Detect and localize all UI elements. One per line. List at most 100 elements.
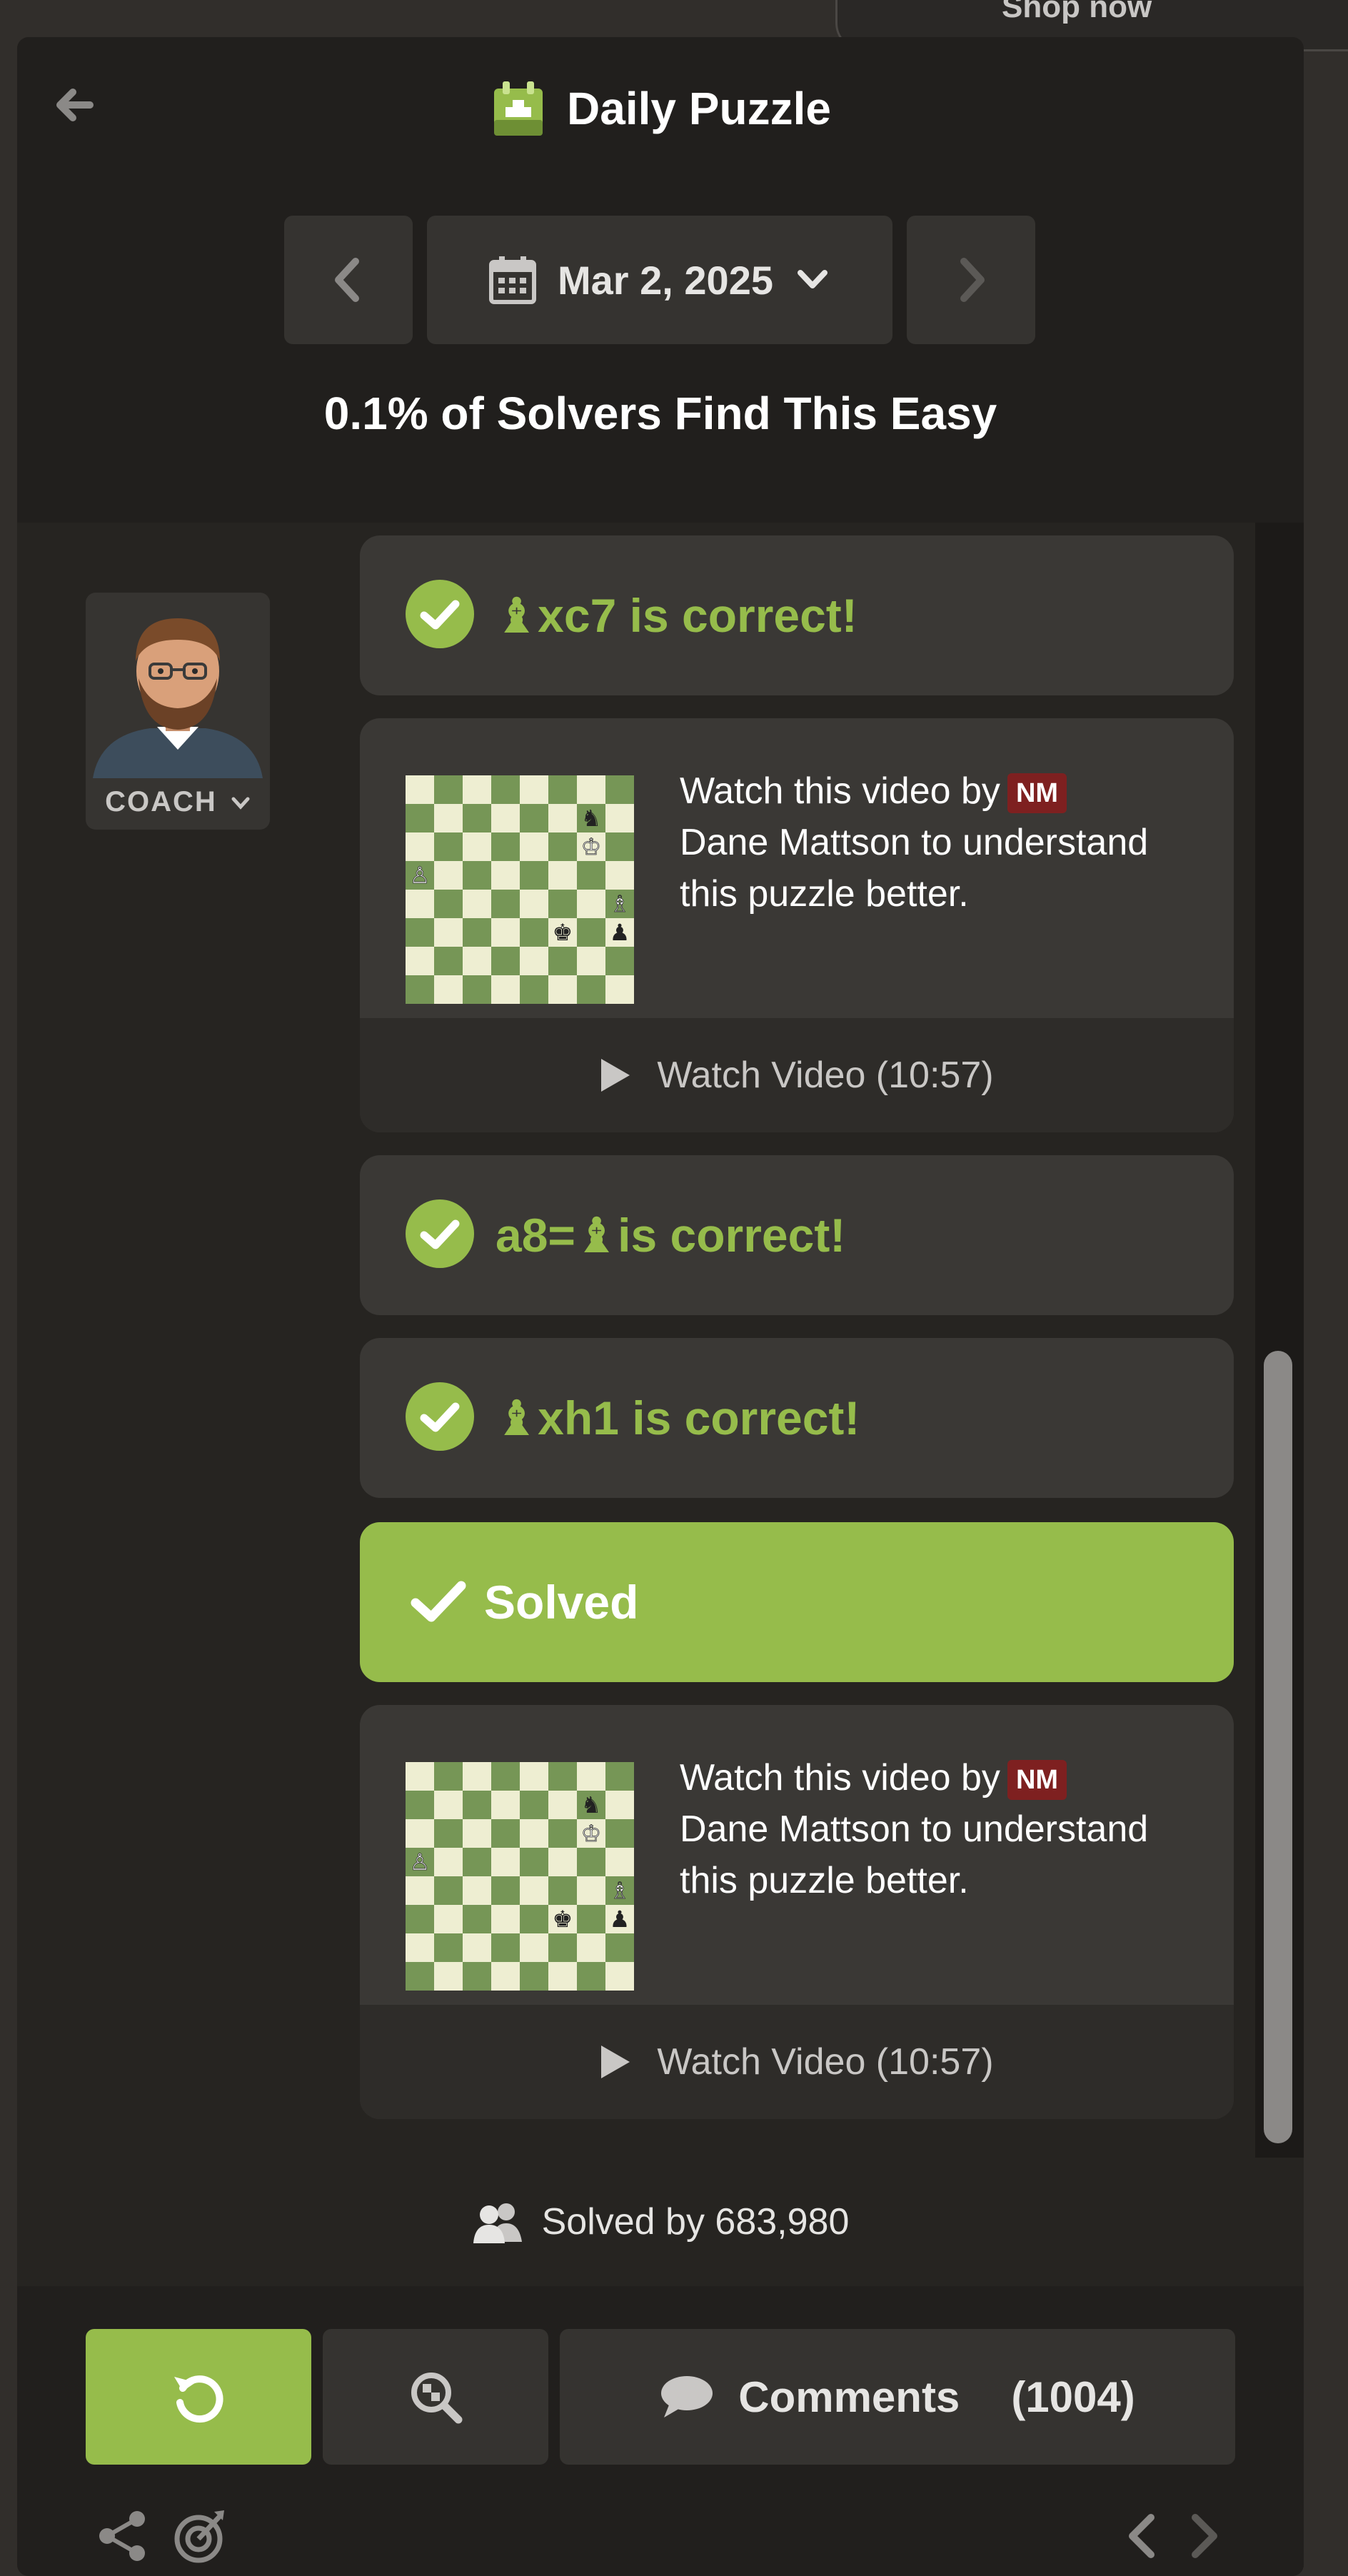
board-square — [491, 832, 520, 861]
board-square — [491, 804, 520, 832]
chess-piece: ♙ — [410, 1848, 431, 1876]
video-description: Watch this video by NM Dane Mattson to un… — [680, 1757, 1149, 1901]
shop-now-label: Shop now — [1002, 0, 1152, 24]
board-square — [548, 890, 577, 918]
play-icon — [601, 2046, 630, 2078]
board-square — [406, 1791, 434, 1819]
board-square — [434, 1876, 463, 1905]
date-navigation: Mar 2, 2025 — [17, 216, 1304, 344]
board-square — [577, 1876, 605, 1905]
board-square — [463, 1933, 491, 1962]
board-square — [406, 804, 434, 832]
board-square — [463, 1876, 491, 1905]
solved-label: Solved — [484, 1576, 639, 1629]
comments-button[interactable]: Comments (1004) — [560, 2329, 1235, 2465]
coach-selector[interactable]: COACH — [86, 593, 270, 830]
board-square — [463, 975, 491, 1004]
solved-by-text: Solved by 683,980 — [541, 2201, 850, 2243]
feed-scrollbar[interactable] — [1255, 523, 1304, 2158]
board-square — [434, 947, 463, 975]
board-square — [548, 1848, 577, 1876]
board-square — [406, 890, 434, 918]
board-square — [605, 975, 634, 1004]
board-square — [434, 1933, 463, 1962]
board-square — [548, 1962, 577, 1991]
board-square — [434, 1819, 463, 1848]
daily-puzzle-panel: Daily Puzzle Mar 2, 2025 0.1% of Solvers… — [17, 37, 1304, 2576]
board-square — [491, 1762, 520, 1791]
board-square — [520, 1762, 548, 1791]
board-square — [463, 1819, 491, 1848]
scrollbar-thumb[interactable] — [1264, 1351, 1292, 2143]
nm-title-badge: NM — [1007, 773, 1067, 814]
video-description: Watch this video by NM Dane Mattson to un… — [680, 770, 1149, 915]
board-square — [406, 1905, 434, 1933]
board-square — [491, 1848, 520, 1876]
next-puzzle-button[interactable] — [1174, 2507, 1231, 2565]
page-title: Daily Puzzle — [567, 83, 831, 134]
correct-move-card: ♝ xc7 is correct! — [360, 535, 1234, 695]
board-square — [406, 1962, 434, 1991]
board-square — [520, 890, 548, 918]
chess-piece: ♔ — [581, 1820, 602, 1847]
target-button[interactable] — [171, 2507, 228, 2565]
date-picker-button[interactable]: Mar 2, 2025 — [427, 216, 892, 344]
board-square — [491, 1876, 520, 1905]
correct-move-card: ♝ xh1 is correct! — [360, 1338, 1234, 1498]
board-square — [491, 975, 520, 1004]
board-square — [548, 1933, 577, 1962]
watch-video-button[interactable]: Watch Video (10:57) — [360, 2005, 1234, 2119]
previous-puzzle-button[interactable] — [1115, 2507, 1172, 2565]
board-square — [434, 890, 463, 918]
board-square — [605, 775, 634, 804]
board-square — [463, 1848, 491, 1876]
check-circle-icon — [406, 1382, 474, 1451]
retry-button[interactable] — [86, 2329, 311, 2465]
watch-video-button[interactable]: Watch Video (10:57) — [360, 1018, 1234, 1132]
solved-by-count: Solved by 683,980 — [17, 2158, 1304, 2286]
watch-video-label: Watch Video (10:57) — [657, 2041, 994, 2083]
board-square — [520, 975, 548, 1004]
board-square — [463, 1762, 491, 1791]
share-button[interactable] — [94, 2507, 151, 2565]
board-square — [605, 947, 634, 975]
correct-move-card: a8= ♝ is correct! — [360, 1155, 1234, 1315]
board-square — [577, 1905, 605, 1933]
board-square — [520, 1905, 548, 1933]
board-square — [548, 1876, 577, 1905]
board-square — [434, 861, 463, 890]
chevron-left-icon — [1129, 2514, 1155, 2558]
bishop-icon: ♝ — [496, 588, 538, 642]
current-date: Mar 2, 2025 — [558, 257, 773, 303]
puzzle-header: Daily Puzzle Mar 2, 2025 0.1% of Solvers… — [17, 37, 1304, 523]
bishop-icon: ♝ — [575, 1208, 618, 1262]
video-card: ♞ ♔ ♙ ♗ ♚ ♟ Watch this video by NM Dane Mattso… — [360, 718, 1234, 1132]
board-square — [577, 1962, 605, 1991]
board-square — [520, 775, 548, 804]
board-square — [491, 890, 520, 918]
speech-bubble-icon — [661, 2376, 713, 2417]
board-square — [577, 775, 605, 804]
puzzle-board-thumbnail: ♞♔ ♙ ♗ ♚ ♟ — [406, 775, 634, 1004]
board-square — [434, 804, 463, 832]
board-square — [520, 1962, 548, 1991]
board-square — [577, 1848, 605, 1876]
board-square — [406, 947, 434, 975]
board-square — [520, 1819, 548, 1848]
board-square — [463, 1791, 491, 1819]
next-day-button[interactable] — [907, 216, 1035, 344]
check-circle-icon — [406, 1199, 474, 1268]
analysis-button[interactable] — [323, 2329, 548, 2465]
board-square — [605, 1962, 634, 1991]
board-square — [463, 775, 491, 804]
chess-piece: ♚ — [553, 919, 573, 946]
coach-avatar — [93, 618, 263, 778]
chevron-right-icon — [1192, 2514, 1217, 2558]
solved-banner: Solved — [360, 1522, 1234, 1682]
chess-piece: ♚ — [553, 1906, 573, 1933]
previous-day-button[interactable] — [284, 216, 413, 344]
board-square — [520, 918, 548, 947]
board-square — [548, 861, 577, 890]
board-square — [434, 1791, 463, 1819]
board-square — [463, 861, 491, 890]
